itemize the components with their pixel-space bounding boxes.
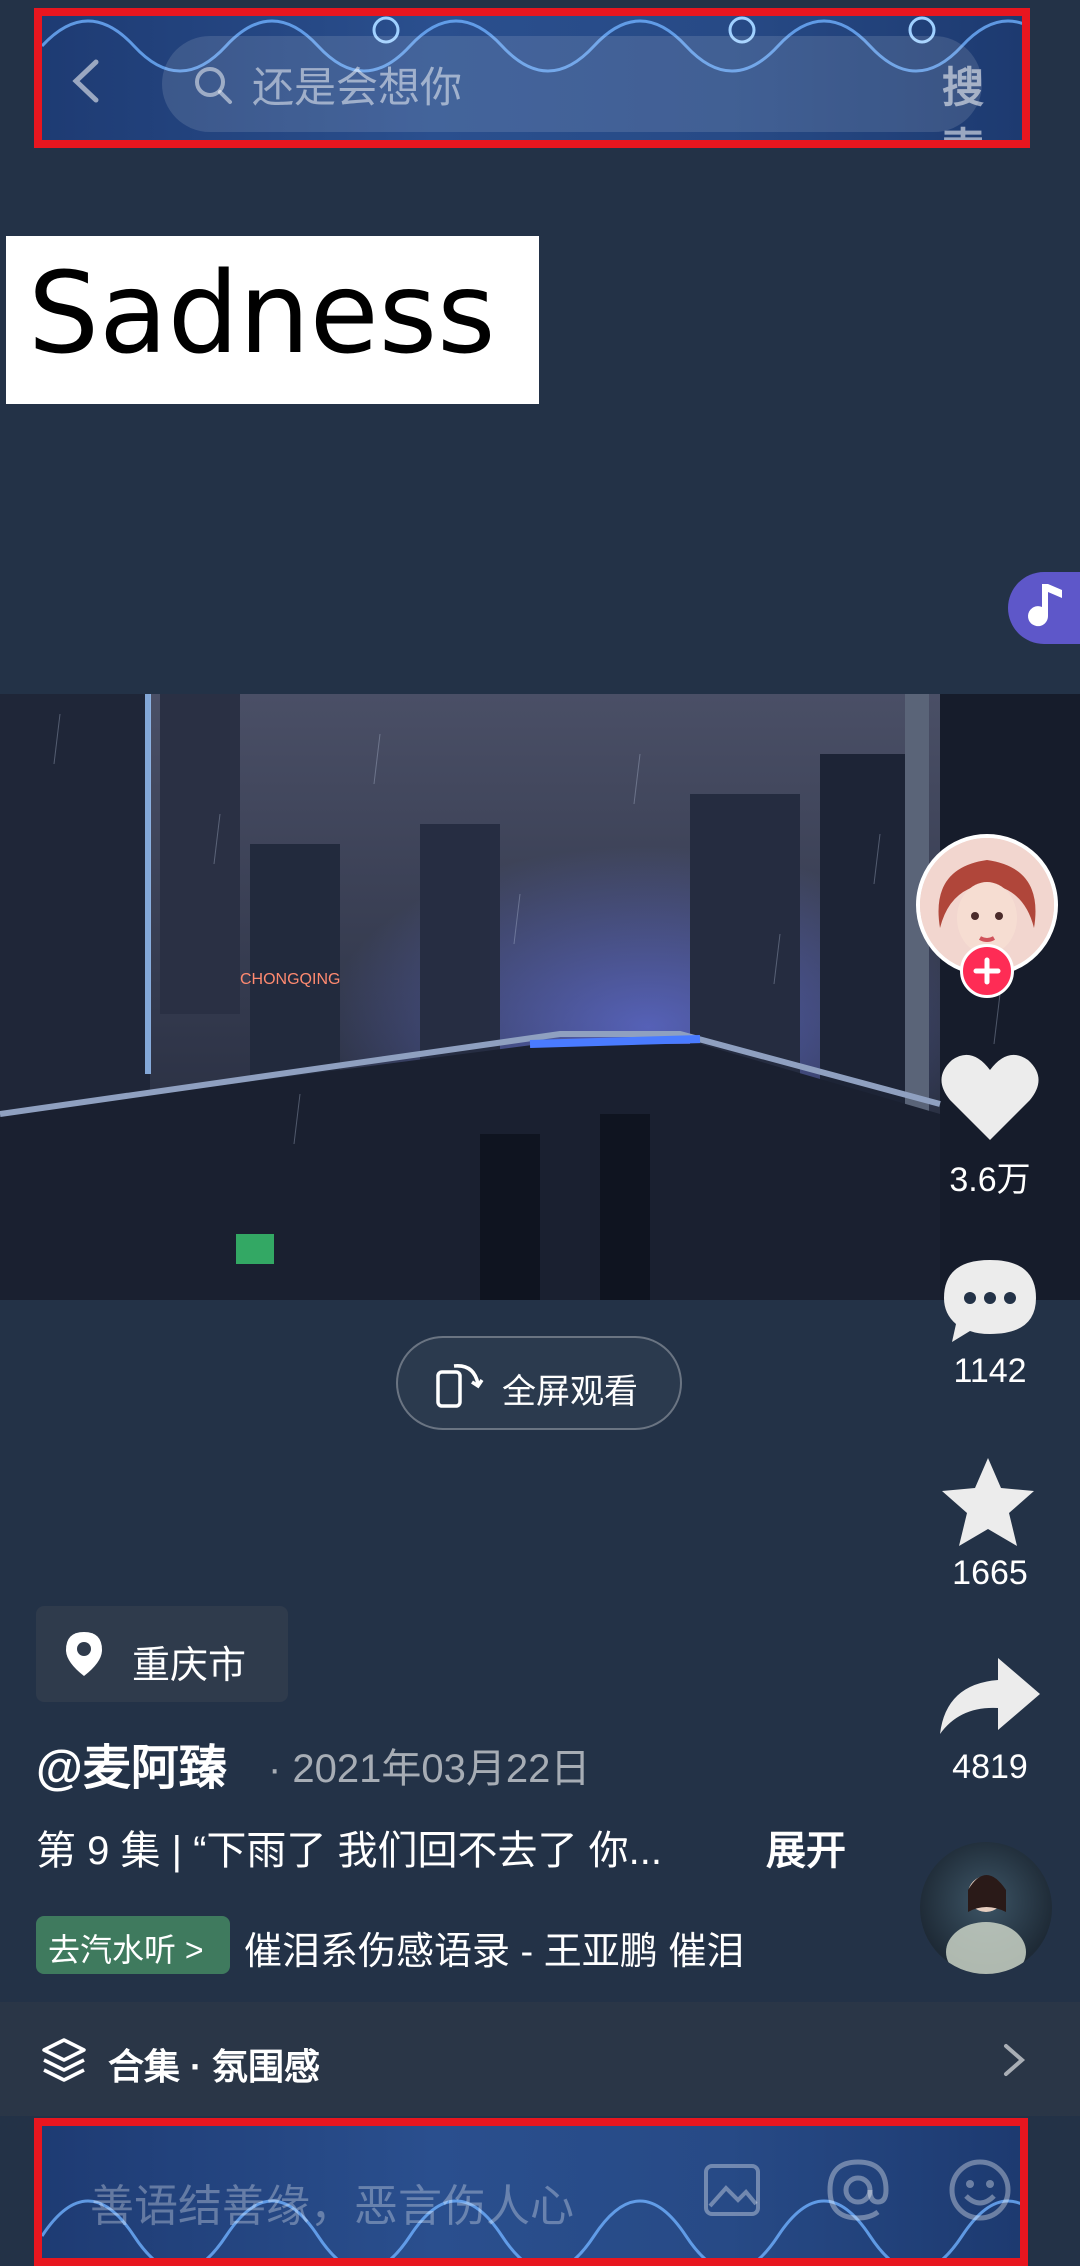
comment-input-bar[interactable]: 善语结善缘，恶言伤人心 bbox=[34, 2118, 1028, 2266]
video-frame[interactable]: CHONGQING bbox=[0, 694, 1080, 1300]
share-count: 4819 bbox=[952, 1748, 1028, 1786]
post-description: 第 9 集 | “下雨了 我们回不去了 你... bbox=[36, 1829, 662, 1873]
comment-icon bbox=[944, 1260, 1036, 1342]
comment-placeholder: 善语结善缘，恶言伤人心 bbox=[90, 2182, 574, 2231]
star-icon bbox=[942, 1458, 1034, 1546]
location-label: 重庆市 bbox=[132, 1645, 247, 1687]
music-cover bbox=[946, 1875, 1026, 1974]
emoji-icon[interactable] bbox=[948, 2158, 1012, 2222]
song-marquee[interactable]: 催泪系伤感语录 - 王亚鹏 催泪 bbox=[244, 1920, 812, 1975]
search-bar: 还是会想你 搜索 bbox=[34, 8, 1030, 148]
location-pin-icon bbox=[66, 1632, 102, 1676]
fullscreen-label: 全屏观看 bbox=[502, 1373, 638, 1411]
expand-button[interactable]: 展开 bbox=[766, 1818, 846, 1876]
like-count: 3.6万 bbox=[949, 1161, 1031, 1199]
music-tab[interactable] bbox=[1008, 572, 1080, 644]
image-icon[interactable] bbox=[702, 2162, 762, 2218]
favorite-count: 1665 bbox=[952, 1554, 1028, 1592]
fullscreen-rotate-icon bbox=[436, 1364, 484, 1408]
post-date: · 2021年03月22日 bbox=[268, 1747, 591, 1791]
search-icon bbox=[192, 64, 234, 106]
author-name[interactable]: @麦阿臻 bbox=[36, 1728, 227, 1798]
overlay-caption: Sadness bbox=[28, 249, 496, 379]
like-button[interactable] bbox=[938, 1048, 1042, 1153]
rainy-city-scene: CHONGQING bbox=[0, 694, 1080, 1300]
at-icon[interactable] bbox=[826, 2158, 890, 2222]
follow-button[interactable] bbox=[960, 944, 1014, 998]
collection-layers-icon bbox=[42, 2038, 86, 2082]
music-note-icon bbox=[1028, 584, 1062, 627]
svg-text:CHONGQING: CHONGQING bbox=[240, 971, 340, 988]
qishui-listen-label: 去汽水听 > bbox=[48, 1932, 204, 1968]
collection-label: 合集 · 氛围感 bbox=[108, 2046, 320, 2087]
plus-icon bbox=[973, 957, 1001, 985]
share-button[interactable] bbox=[938, 1654, 1042, 1743]
heart-icon bbox=[941, 1054, 1039, 1140]
favorite-button[interactable] bbox=[938, 1454, 1038, 1555]
chevron-right-icon bbox=[1004, 2044, 1026, 2076]
comment-count: 1142 bbox=[953, 1352, 1027, 1390]
search-button[interactable]: 搜索 bbox=[942, 54, 1022, 140]
back-icon[interactable] bbox=[62, 56, 112, 106]
music-disc[interactable] bbox=[920, 1842, 1052, 1974]
comment-button[interactable] bbox=[940, 1254, 1040, 1353]
share-icon bbox=[940, 1658, 1040, 1734]
search-query-text: 还是会想你 bbox=[252, 64, 463, 111]
